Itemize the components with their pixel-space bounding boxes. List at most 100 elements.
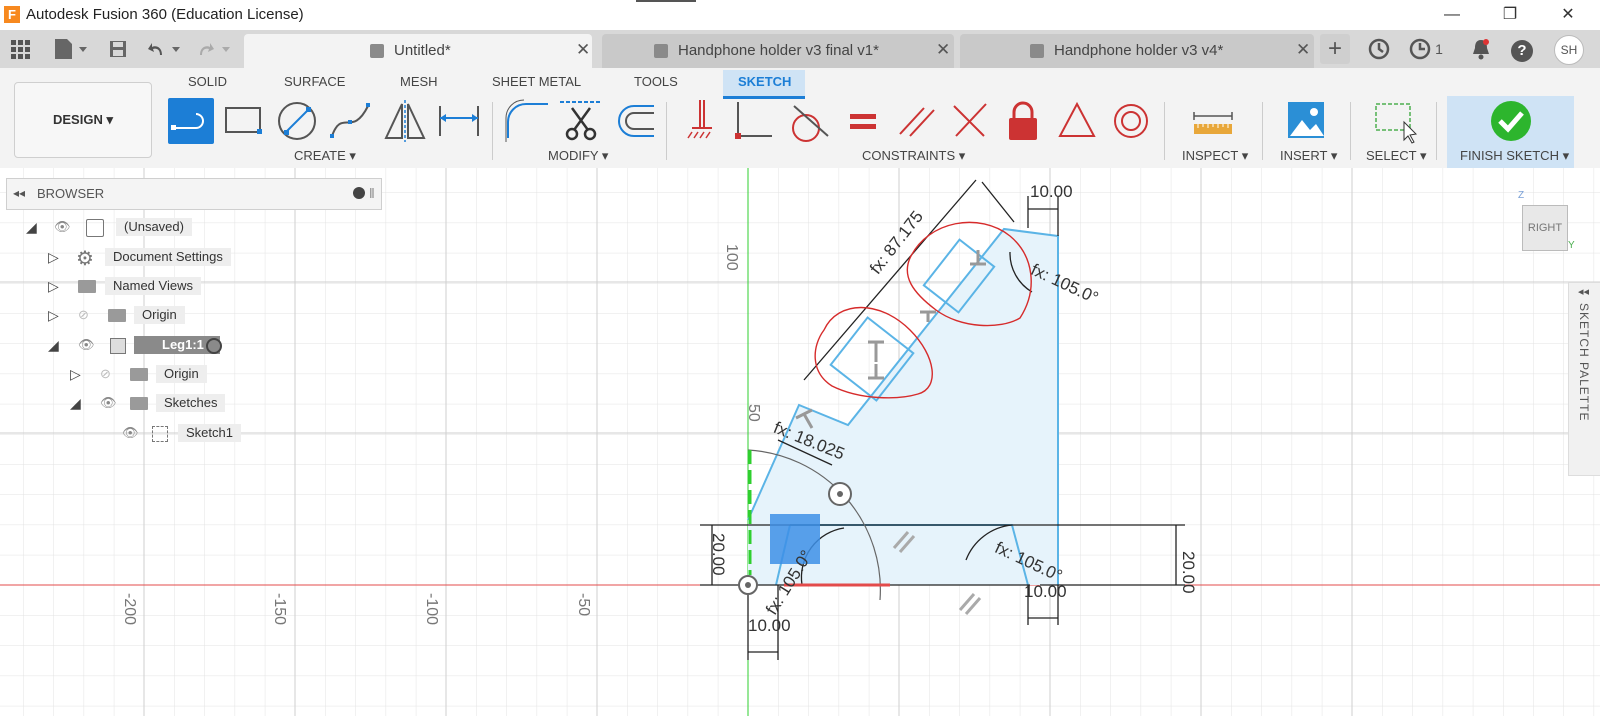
expanded-triangle-icon[interactable]: ◢ xyxy=(70,395,81,412)
close-tab-icon[interactable]: ✕ xyxy=(1296,40,1310,60)
browser-node-origin[interactable]: ▷ ⊘ Origin xyxy=(48,302,248,328)
hidden-eye-icon[interactable]: ⊘ xyxy=(100,366,111,382)
coincident-constraint-icon[interactable] xyxy=(732,98,778,144)
expanded-triangle-icon[interactable]: ◢ xyxy=(48,337,59,354)
tab-untitled[interactable]: Untitled* ✕ xyxy=(244,34,592,68)
new-tab-button[interactable]: + xyxy=(1320,34,1350,64)
equal-constraint-icon[interactable] xyxy=(840,98,886,144)
dimension-height-right[interactable]: 20.00 xyxy=(1178,551,1198,594)
axis-label-neg100: -100 xyxy=(423,593,440,626)
circle-tool-icon[interactable] xyxy=(274,98,320,144)
file-menu-icon[interactable] xyxy=(50,36,90,62)
dimension-bottom-left[interactable]: 10.00 xyxy=(748,616,791,636)
browser-node-unsaved[interactable]: ◢ 👁 (Unsaved) xyxy=(26,214,226,240)
activate-radio-icon[interactable] xyxy=(206,338,222,354)
offset-tool-icon[interactable] xyxy=(612,98,658,144)
tab-handphone-holder-v3-final[interactable]: Handphone holder v3 final v1* ✕ xyxy=(602,34,954,68)
dimension-top-width[interactable]: 10.00 xyxy=(1030,182,1073,202)
tab-sheet-metal[interactable]: SHEET METAL xyxy=(492,74,581,89)
tangent-constraint-icon[interactable] xyxy=(786,98,832,144)
finish-sketch-menu[interactable]: FINISH SKETCH ▾ xyxy=(1460,148,1569,164)
modify-menu[interactable]: MODIFY ▾ xyxy=(548,148,608,164)
perpendicular-constraint-icon[interactable] xyxy=(946,98,992,144)
dimension-tool-icon[interactable] xyxy=(436,98,482,144)
collapsed-triangle-icon[interactable]: ▷ xyxy=(48,278,59,295)
sketch-icon xyxy=(152,426,168,442)
collapsed-triangle-icon[interactable]: ▷ xyxy=(70,366,81,383)
visibility-eye-icon[interactable]: 👁 xyxy=(100,395,117,411)
hidden-eye-icon[interactable]: ⊘ xyxy=(78,307,89,323)
create-menu[interactable]: CREATE ▾ xyxy=(294,148,356,164)
node-label: (Unsaved) xyxy=(116,218,192,236)
minimize-button[interactable]: — xyxy=(1430,2,1474,28)
mirror-tool-icon[interactable] xyxy=(382,98,428,144)
tab-mesh[interactable]: MESH xyxy=(400,74,438,89)
redo-icon[interactable] xyxy=(196,36,236,62)
trim-tool-icon[interactable] xyxy=(558,98,604,144)
axis-label-neg200: -200 xyxy=(121,593,138,626)
view-cube[interactable]: RIGHT xyxy=(1522,205,1568,251)
select-menu[interactable]: SELECT ▾ xyxy=(1366,148,1426,164)
browser-node-sketches[interactable]: ◢ 👁 Sketches xyxy=(70,390,270,416)
help-icon[interactable]: ? xyxy=(1508,34,1536,64)
tab-solid[interactable]: SOLID xyxy=(188,74,227,89)
job-status-icon[interactable] xyxy=(1408,34,1432,64)
browser-node-leg1[interactable]: ◢ 👁 Leg1:1 xyxy=(48,332,248,358)
collapse-browser-icon[interactable]: ◂◂ xyxy=(13,186,25,200)
insert-menu[interactable]: INSERT ▾ xyxy=(1280,148,1337,164)
data-panel-icon[interactable] xyxy=(1364,34,1394,64)
browser-node-leg-origin[interactable]: ▷ ⊘ Origin xyxy=(70,361,270,387)
fix-unfix-lock-icon[interactable] xyxy=(1000,98,1046,144)
concentric-constraint-icon[interactable] xyxy=(1108,98,1154,144)
node-label: Origin xyxy=(134,306,185,324)
visibility-eye-icon[interactable]: 👁 xyxy=(54,219,71,235)
browser-node-document-settings[interactable]: ▷ ⚙ Document Settings xyxy=(48,244,248,270)
browser-node-sketch1[interactable]: 👁 Sketch1 xyxy=(116,420,276,446)
expand-palette-icon[interactable]: ◂◂ xyxy=(1578,285,1589,298)
constraints-menu[interactable]: CONSTRAINTS ▾ xyxy=(862,148,965,164)
midpoint-triangle-icon[interactable] xyxy=(1054,98,1100,144)
workspace-switcher-button[interactable]: DESIGN ▾ xyxy=(14,82,152,158)
dimension-bottom-right[interactable]: 10.00 xyxy=(1024,582,1067,602)
fillet-tool-icon[interactable] xyxy=(504,98,550,144)
separator xyxy=(1436,102,1437,160)
collapsed-triangle-icon[interactable]: ▷ xyxy=(48,249,59,266)
visibility-eye-icon[interactable]: 👁 xyxy=(78,337,95,353)
tab-tools[interactable]: TOOLS xyxy=(634,74,678,89)
close-window-button[interactable]: ✕ xyxy=(1546,2,1590,28)
line-tool-icon[interactable] xyxy=(168,98,214,144)
parallel-constraint-icon[interactable] xyxy=(894,98,940,144)
visibility-eye-icon[interactable]: 👁 xyxy=(122,425,139,441)
tab-surface[interactable]: SURFACE xyxy=(284,74,345,89)
component-icon xyxy=(370,44,384,58)
collapsed-triangle-icon[interactable]: ▷ xyxy=(48,307,59,324)
tab-sketch[interactable]: SKETCH xyxy=(738,74,791,89)
browser-pin-icon[interactable]: ‖ xyxy=(369,185,375,201)
close-tab-icon[interactable]: ✕ xyxy=(576,40,590,60)
measure-ruler-icon[interactable] xyxy=(1190,98,1236,144)
sketch-palette-tab[interactable]: ◂◂ SKETCH PALETTE xyxy=(1568,282,1600,476)
separator xyxy=(1164,102,1165,160)
expanded-triangle-icon[interactable]: ◢ xyxy=(26,219,37,236)
node-label: Sketch1 xyxy=(178,424,241,442)
browser-panel-header[interactable]: ◂◂ BROWSER ‖ xyxy=(6,178,382,210)
user-avatar[interactable]: SH xyxy=(1554,35,1584,65)
close-tab-icon[interactable]: ✕ xyxy=(936,40,950,60)
insert-image-icon[interactable] xyxy=(1284,98,1330,144)
tab-handphone-holder-v3-v4[interactable]: Handphone holder v3 v4* ✕ xyxy=(960,34,1314,68)
browser-node-named-views[interactable]: ▷ Named Views xyxy=(48,273,248,299)
window-select-icon[interactable] xyxy=(1372,98,1418,144)
undo-icon[interactable] xyxy=(146,36,186,62)
horizontal-vertical-constraint-icon[interactable] xyxy=(678,98,724,144)
inspect-menu[interactable]: INSPECT ▾ xyxy=(1182,148,1248,164)
restore-button[interactable]: ❐ xyxy=(1488,2,1532,28)
notifications-bell-icon[interactable] xyxy=(1468,34,1494,64)
finish-sketch-check-icon[interactable] xyxy=(1488,98,1534,144)
save-icon[interactable] xyxy=(106,36,130,62)
browser-minimize-icon[interactable] xyxy=(353,187,365,199)
drag-indicator xyxy=(636,0,696,2)
grid-menu-icon[interactable] xyxy=(6,36,34,62)
dimension-height-left[interactable]: 20.00 xyxy=(708,533,728,576)
spline-tool-icon[interactable] xyxy=(328,98,374,144)
rectangle-tool-icon[interactable] xyxy=(220,98,266,144)
